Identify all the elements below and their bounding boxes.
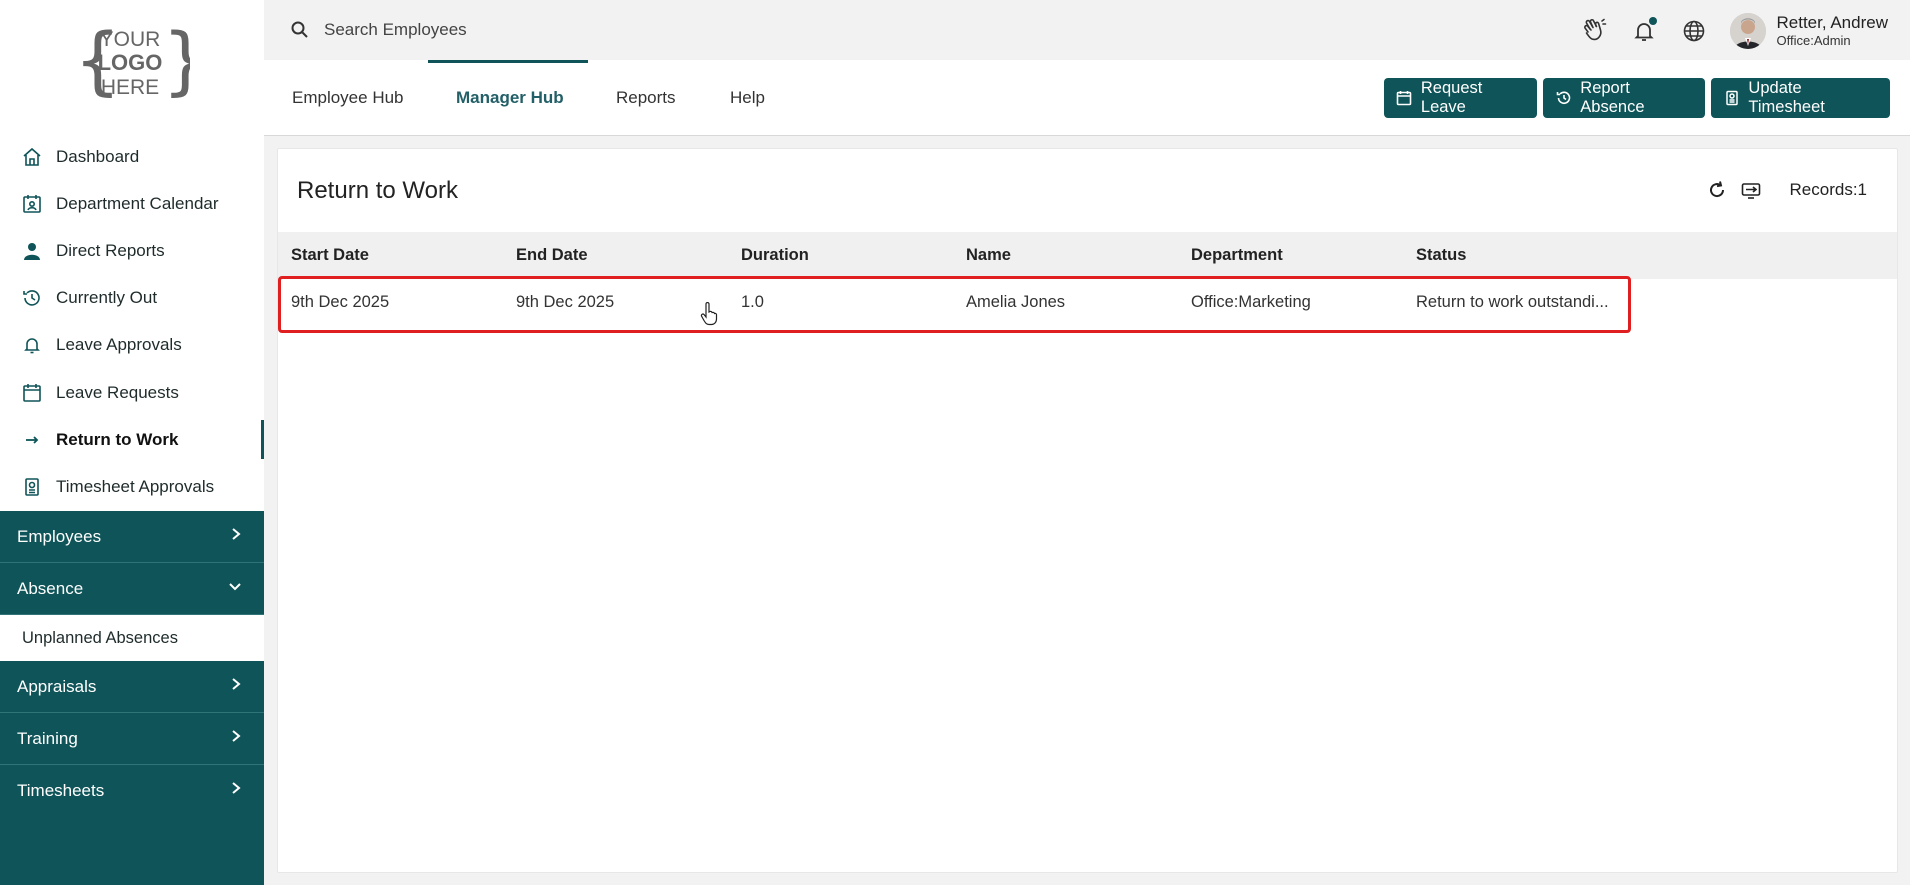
cell-start-date: 9th Dec 2025 [291,293,390,311]
report-absence-button[interactable]: Report Absence [1543,78,1705,118]
return-to-work-panel: Return to Work Records:1 Start Date End … [277,148,1898,873]
sidebar-item-label: Dashboard [56,146,140,166]
wave-hand-icon[interactable] [1580,17,1608,45]
panel-tools: Records:1 [1694,179,1867,201]
table-row[interactable]: 9th Dec 2025 9th Dec 2025 1.0 Amelia Jon… [278,279,1897,326]
tab-help[interactable]: Help [730,60,765,136]
hub-tab-bar: Employee Hub Manager Hub Reports Help Re… [264,60,1910,136]
sidebar-item-timesheet-approvals[interactable]: Timesheet Approvals [0,463,264,510]
svg-text:LOGO: LOGO [98,50,163,75]
bell-icon [22,335,42,355]
cell-duration: 1.0 [741,293,764,311]
globe-icon[interactable] [1680,17,1708,45]
request-leave-label: Request Leave [1420,79,1483,116]
section-employees[interactable]: Employees [0,511,264,563]
notification-bell-icon[interactable] [1630,17,1658,45]
sidebar: { } YOUR LOGO HERE Dashboard Department … [0,0,264,885]
refresh-icon[interactable] [1706,179,1728,201]
section-label: Training [17,728,78,748]
chevron-down-icon [228,580,242,598]
svg-text:HERE: HERE [101,76,159,99]
sidebar-item-label: Leave Approvals [56,335,182,355]
sidebar-item-currently-out[interactable]: Currently Out [0,275,264,322]
sidebar-item-label: Department Calendar [56,193,219,213]
records-count: Records:1 [1789,180,1867,199]
page-title: Return to Work [297,177,458,204]
section-label: Employees [17,526,102,546]
user-name: Retter, Andrew [1776,13,1888,32]
home-icon [22,147,42,167]
company-logo[interactable]: { } YOUR LOGO HERE [70,18,190,108]
sidebar-nav: Dashboard Department Calendar Direct Rep… [0,133,264,511]
svg-text:YOUR: YOUR [100,28,161,51]
cell-status: Return to work outstandi... [1416,293,1609,311]
update-timesheet-label: Update Timesheet [1748,79,1825,116]
tab-manager-hub[interactable]: Manager Hub [456,60,564,136]
sidebar-item-label: Leave Requests [56,382,179,402]
calendar-user-icon [22,194,42,214]
chevron-right-icon [230,527,242,546]
tab-employee-hub[interactable]: Employee Hub [292,60,404,136]
calendar-icon [22,383,42,403]
cell-end-date: 9th Dec 2025 [516,293,615,311]
clock-history-icon [22,288,42,308]
chevron-right-icon [230,781,242,800]
user-role: Office:Admin [1776,33,1851,48]
section-label: Timesheets [17,780,105,800]
search-icon [290,20,310,40]
column-header-start-date[interactable]: Start Date [291,232,369,279]
sidebar-item-label: Return to Work [56,429,179,449]
cell-name: Amelia Jones [966,293,1066,311]
tab-reports[interactable]: Reports [616,60,676,136]
top-actions: Retter, Andrew Office:Admin [1580,8,1910,54]
column-header-status[interactable]: Status [1416,232,1466,279]
user-menu[interactable]: Retter, Andrew Office:Admin [1776,13,1888,49]
section-appraisals[interactable]: Appraisals [0,661,264,713]
column-header-department[interactable]: Department [1191,232,1283,279]
chevron-right-icon [230,729,242,748]
top-bar: Retter, Andrew Office:Admin [264,0,1910,60]
calendar-icon [1396,89,1413,107]
column-header-duration[interactable]: Duration [741,232,809,279]
sidebar-item-department-calendar[interactable]: Department Calendar [0,180,264,227]
report-absence-label: Report Absence [1580,79,1645,116]
cell-department: Office:Marketing [1191,293,1311,311]
sidebar-item-label: Timesheet Approvals [56,476,215,496]
column-header-end-date[interactable]: End Date [516,232,588,279]
columns-toggle-icon[interactable] [1740,179,1762,201]
sidebar-item-direct-reports[interactable]: Direct Reports [0,227,264,274]
sidebar-item-unplanned-absences[interactable]: Unplanned Absences [0,615,264,661]
sidebar-item-label: Currently Out [56,288,158,308]
column-header-name[interactable]: Name [966,232,1011,279]
section-label: Appraisals [17,676,97,696]
sidebar-footer [0,815,264,885]
svg-text:}: } [162,18,190,104]
arrow-right-icon [22,430,42,450]
section-absence[interactable]: Absence [0,563,264,615]
clock-history-icon [1555,89,1572,107]
sidebar-sections: Employees Absence Unplanned Absences App… [0,511,264,817]
timesheet-icon [1723,89,1740,107]
update-timesheet-button[interactable]: Update Timesheet [1711,78,1890,118]
section-training[interactable]: Training [0,713,264,765]
sidebar-item-dashboard[interactable]: Dashboard [0,133,264,180]
sidebar-item-leave-requests[interactable]: Leave Requests [0,369,264,416]
chevron-right-icon [230,677,242,696]
search-input[interactable] [324,20,664,40]
request-leave-button[interactable]: Request Leave [1384,78,1537,118]
avatar[interactable] [1730,13,1767,49]
section-timesheets[interactable]: Timesheets [0,765,264,817]
table-header: Start Date End Date Duration Name Depart… [278,232,1897,279]
sidebar-item-leave-approvals[interactable]: Leave Approvals [0,322,264,369]
sidebar-item-label: Direct Reports [56,240,165,260]
timesheet-icon [22,477,42,497]
sidebar-item-return-to-work[interactable]: Return to Work [0,416,264,463]
section-label: Absence [17,578,84,598]
search-bar[interactable] [290,16,690,44]
person-icon [22,241,42,261]
